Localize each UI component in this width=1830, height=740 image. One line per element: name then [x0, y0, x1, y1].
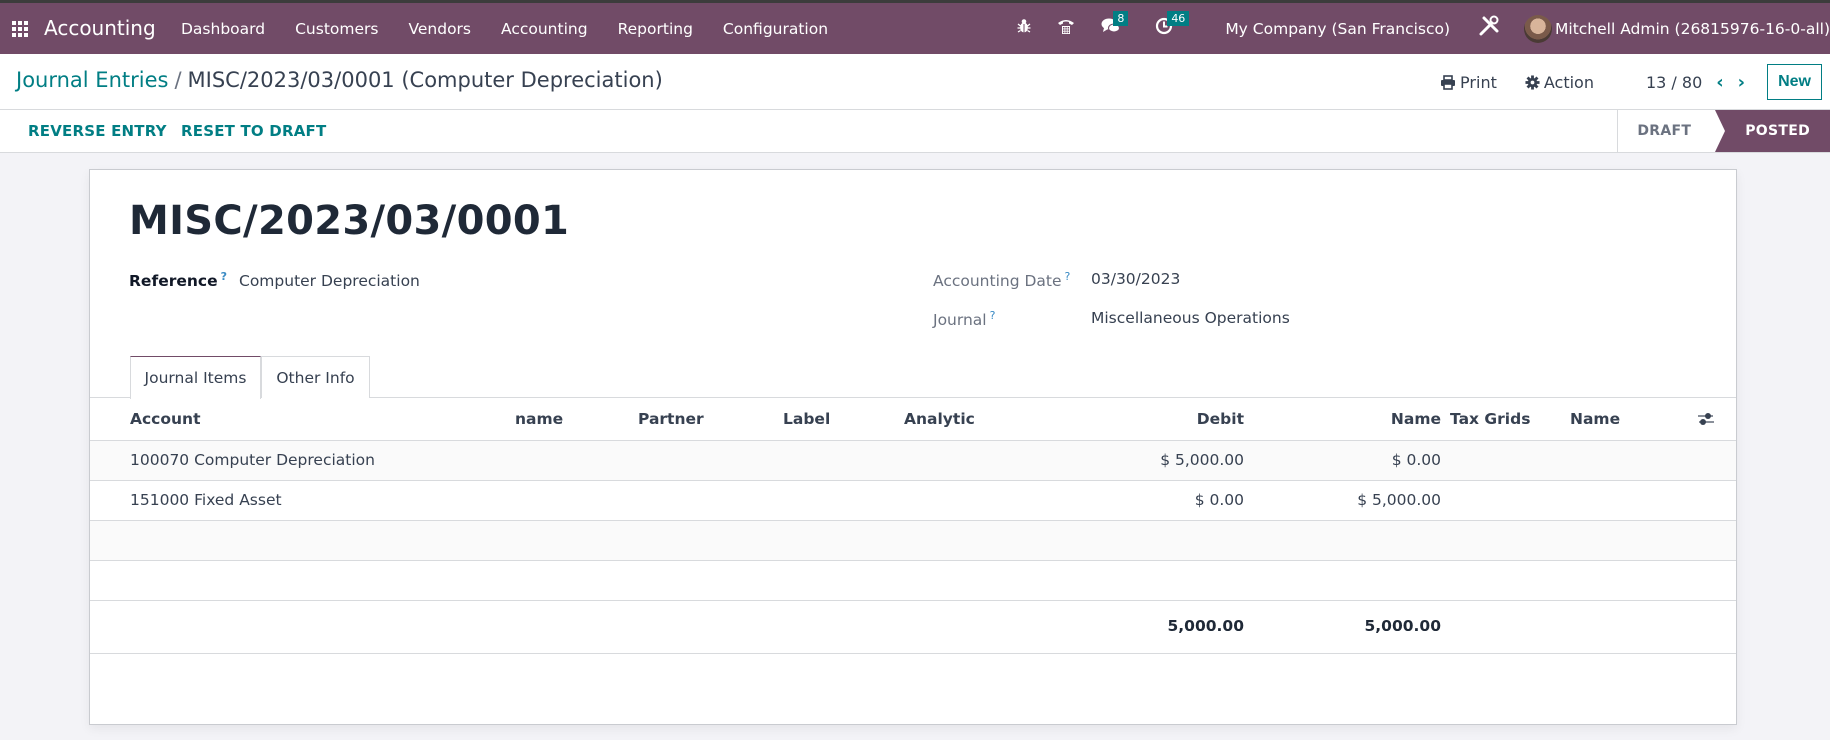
- action-button[interactable]: Action: [1525, 73, 1594, 92]
- row-credit: $ 0.00: [1391, 451, 1441, 469]
- breadcrumb-separator: /: [174, 68, 182, 92]
- bug-icon[interactable]: [1017, 18, 1031, 39]
- print-icon: [1441, 74, 1456, 90]
- help-tooltip-icon[interactable]: ?: [1065, 270, 1071, 283]
- menu-vendors[interactable]: Vendors: [408, 20, 471, 38]
- statusbar: REVERSE ENTRY RESET TO DRAFT DRAFT POSTE…: [0, 110, 1830, 153]
- tab-journal-items[interactable]: Journal Items: [130, 356, 261, 399]
- apps-menu-icon[interactable]: [12, 21, 28, 37]
- company-switcher[interactable]: My Company (San Francisco): [1225, 20, 1450, 38]
- col-credit[interactable]: Name: [1391, 410, 1441, 428]
- col-tax-grids[interactable]: Tax Grids: [1450, 410, 1530, 428]
- stage-draft[interactable]: DRAFT: [1617, 110, 1716, 152]
- reference-label: Reference?: [129, 270, 227, 290]
- app-name[interactable]: Accounting: [44, 16, 156, 40]
- record-title: MISC/2023/03/0001: [129, 198, 570, 244]
- breadcrumb-journal-entries[interactable]: Journal Entries: [16, 68, 168, 92]
- accounting-date-label: Accounting Date?: [933, 270, 1070, 290]
- activities-badge: 46: [1167, 11, 1190, 26]
- breadcrumb: Journal Entries / MISC/2023/03/0001 (Compu…: [16, 68, 663, 92]
- tab-other-info[interactable]: Other Info: [261, 356, 370, 398]
- stage-posted[interactable]: POSTED: [1715, 110, 1830, 152]
- new-button[interactable]: New: [1767, 64, 1822, 100]
- control-panel: Journal Entries / MISC/2023/03/0001 (Compu…: [0, 54, 1830, 110]
- row-debit: $ 0.00: [1194, 491, 1244, 509]
- print-label: Print: [1460, 72, 1497, 92]
- print-button[interactable]: Print: [1440, 73, 1497, 92]
- developer-tools-icon[interactable]: [1478, 15, 1500, 42]
- action-label: Action: [1543, 72, 1594, 92]
- menu-reporting[interactable]: Reporting: [618, 20, 693, 38]
- total-debit: 5,000.00: [1167, 617, 1245, 635]
- row-debit: $ 5,000.00: [1160, 451, 1244, 469]
- messages-badge: 8: [1113, 11, 1129, 26]
- help-tooltip-icon[interactable]: ?: [221, 270, 227, 283]
- reference-field[interactable]: Computer Depreciation: [239, 272, 420, 290]
- control-panel-actions: Print Action 13 / 80 ‹ › New: [1440, 64, 1822, 100]
- activities-clock-icon[interactable]: 46: [1155, 11, 1190, 40]
- user-menu[interactable]: Mitchell Admin (26815976-16-0-all): [1555, 20, 1830, 38]
- row-credit: $ 5,000.00: [1357, 491, 1441, 509]
- empty-row: [90, 521, 1736, 561]
- menu-configuration[interactable]: Configuration: [723, 20, 828, 38]
- pager-previous-icon[interactable]: ‹: [1716, 72, 1723, 93]
- empty-row: [90, 561, 1736, 601]
- main-menu: Dashboard Customers Vendors Accounting R…: [181, 3, 858, 54]
- breadcrumb-current: MISC/2023/03/0001 (Computer Depreciation…: [187, 68, 663, 92]
- pager-value[interactable]: 13 / 80: [1646, 73, 1702, 92]
- help-tooltip-icon[interactable]: ?: [990, 309, 996, 322]
- col-analytic[interactable]: Analytic: [904, 410, 975, 428]
- accounting-date-field[interactable]: 03/30/2023: [1091, 270, 1180, 288]
- menu-accounting[interactable]: Accounting: [501, 20, 588, 38]
- col-name[interactable]: name: [515, 410, 563, 428]
- optional-columns-toggle-icon[interactable]: [1698, 412, 1714, 430]
- notebook-tabs: Journal Items Other Info: [90, 356, 1736, 399]
- journal-label: Journal?: [933, 309, 995, 329]
- form-sheet: MISC/2023/03/0001 Reference? Computer De…: [89, 169, 1737, 725]
- col-name-2[interactable]: Name: [1570, 410, 1620, 428]
- messages-icon[interactable]: 8: [1101, 11, 1129, 40]
- pager-next-icon[interactable]: ›: [1738, 72, 1745, 93]
- gear-icon: [1525, 74, 1540, 90]
- col-debit[interactable]: Debit: [1197, 410, 1244, 428]
- reference-label-text: Reference: [129, 272, 218, 291]
- phone-icon[interactable]: [1057, 17, 1075, 40]
- accounting-date-label-text: Accounting Date: [933, 272, 1062, 291]
- systray: 8 46 My Company (San Francisco) Mitchell…: [1017, 3, 1830, 54]
- menu-dashboard[interactable]: Dashboard: [181, 20, 265, 38]
- table-row[interactable]: 151000 Fixed Asset $ 0.00 $ 5,000.00: [90, 481, 1736, 521]
- row-account: 100070 Computer Depreciation: [130, 451, 375, 469]
- total-credit: 5,000.00: [1364, 617, 1442, 635]
- col-account[interactable]: Account: [130, 410, 201, 428]
- menu-customers[interactable]: Customers: [295, 20, 378, 38]
- reset-to-draft-button[interactable]: RESET TO DRAFT: [181, 122, 326, 140]
- totals-row: 5,000.00 5,000.00: [90, 601, 1736, 654]
- status-stages: DRAFT POSTED: [1617, 110, 1830, 152]
- table-row[interactable]: 100070 Computer Depreciation $ 5,000.00 …: [90, 441, 1736, 481]
- col-partner[interactable]: Partner: [638, 410, 704, 428]
- user-avatar[interactable]: [1524, 14, 1553, 43]
- row-account: 151000 Fixed Asset: [130, 491, 282, 509]
- col-label[interactable]: Label: [783, 410, 830, 428]
- journal-field[interactable]: Miscellaneous Operations: [1091, 309, 1290, 327]
- table-header: Account name Partner Label Analytic Debi…: [90, 398, 1736, 441]
- top-navbar: Accounting Dashboard Customers Vendors A…: [0, 0, 1830, 54]
- journal-label-text: Journal: [933, 311, 987, 330]
- reverse-entry-button[interactable]: REVERSE ENTRY: [28, 122, 167, 140]
